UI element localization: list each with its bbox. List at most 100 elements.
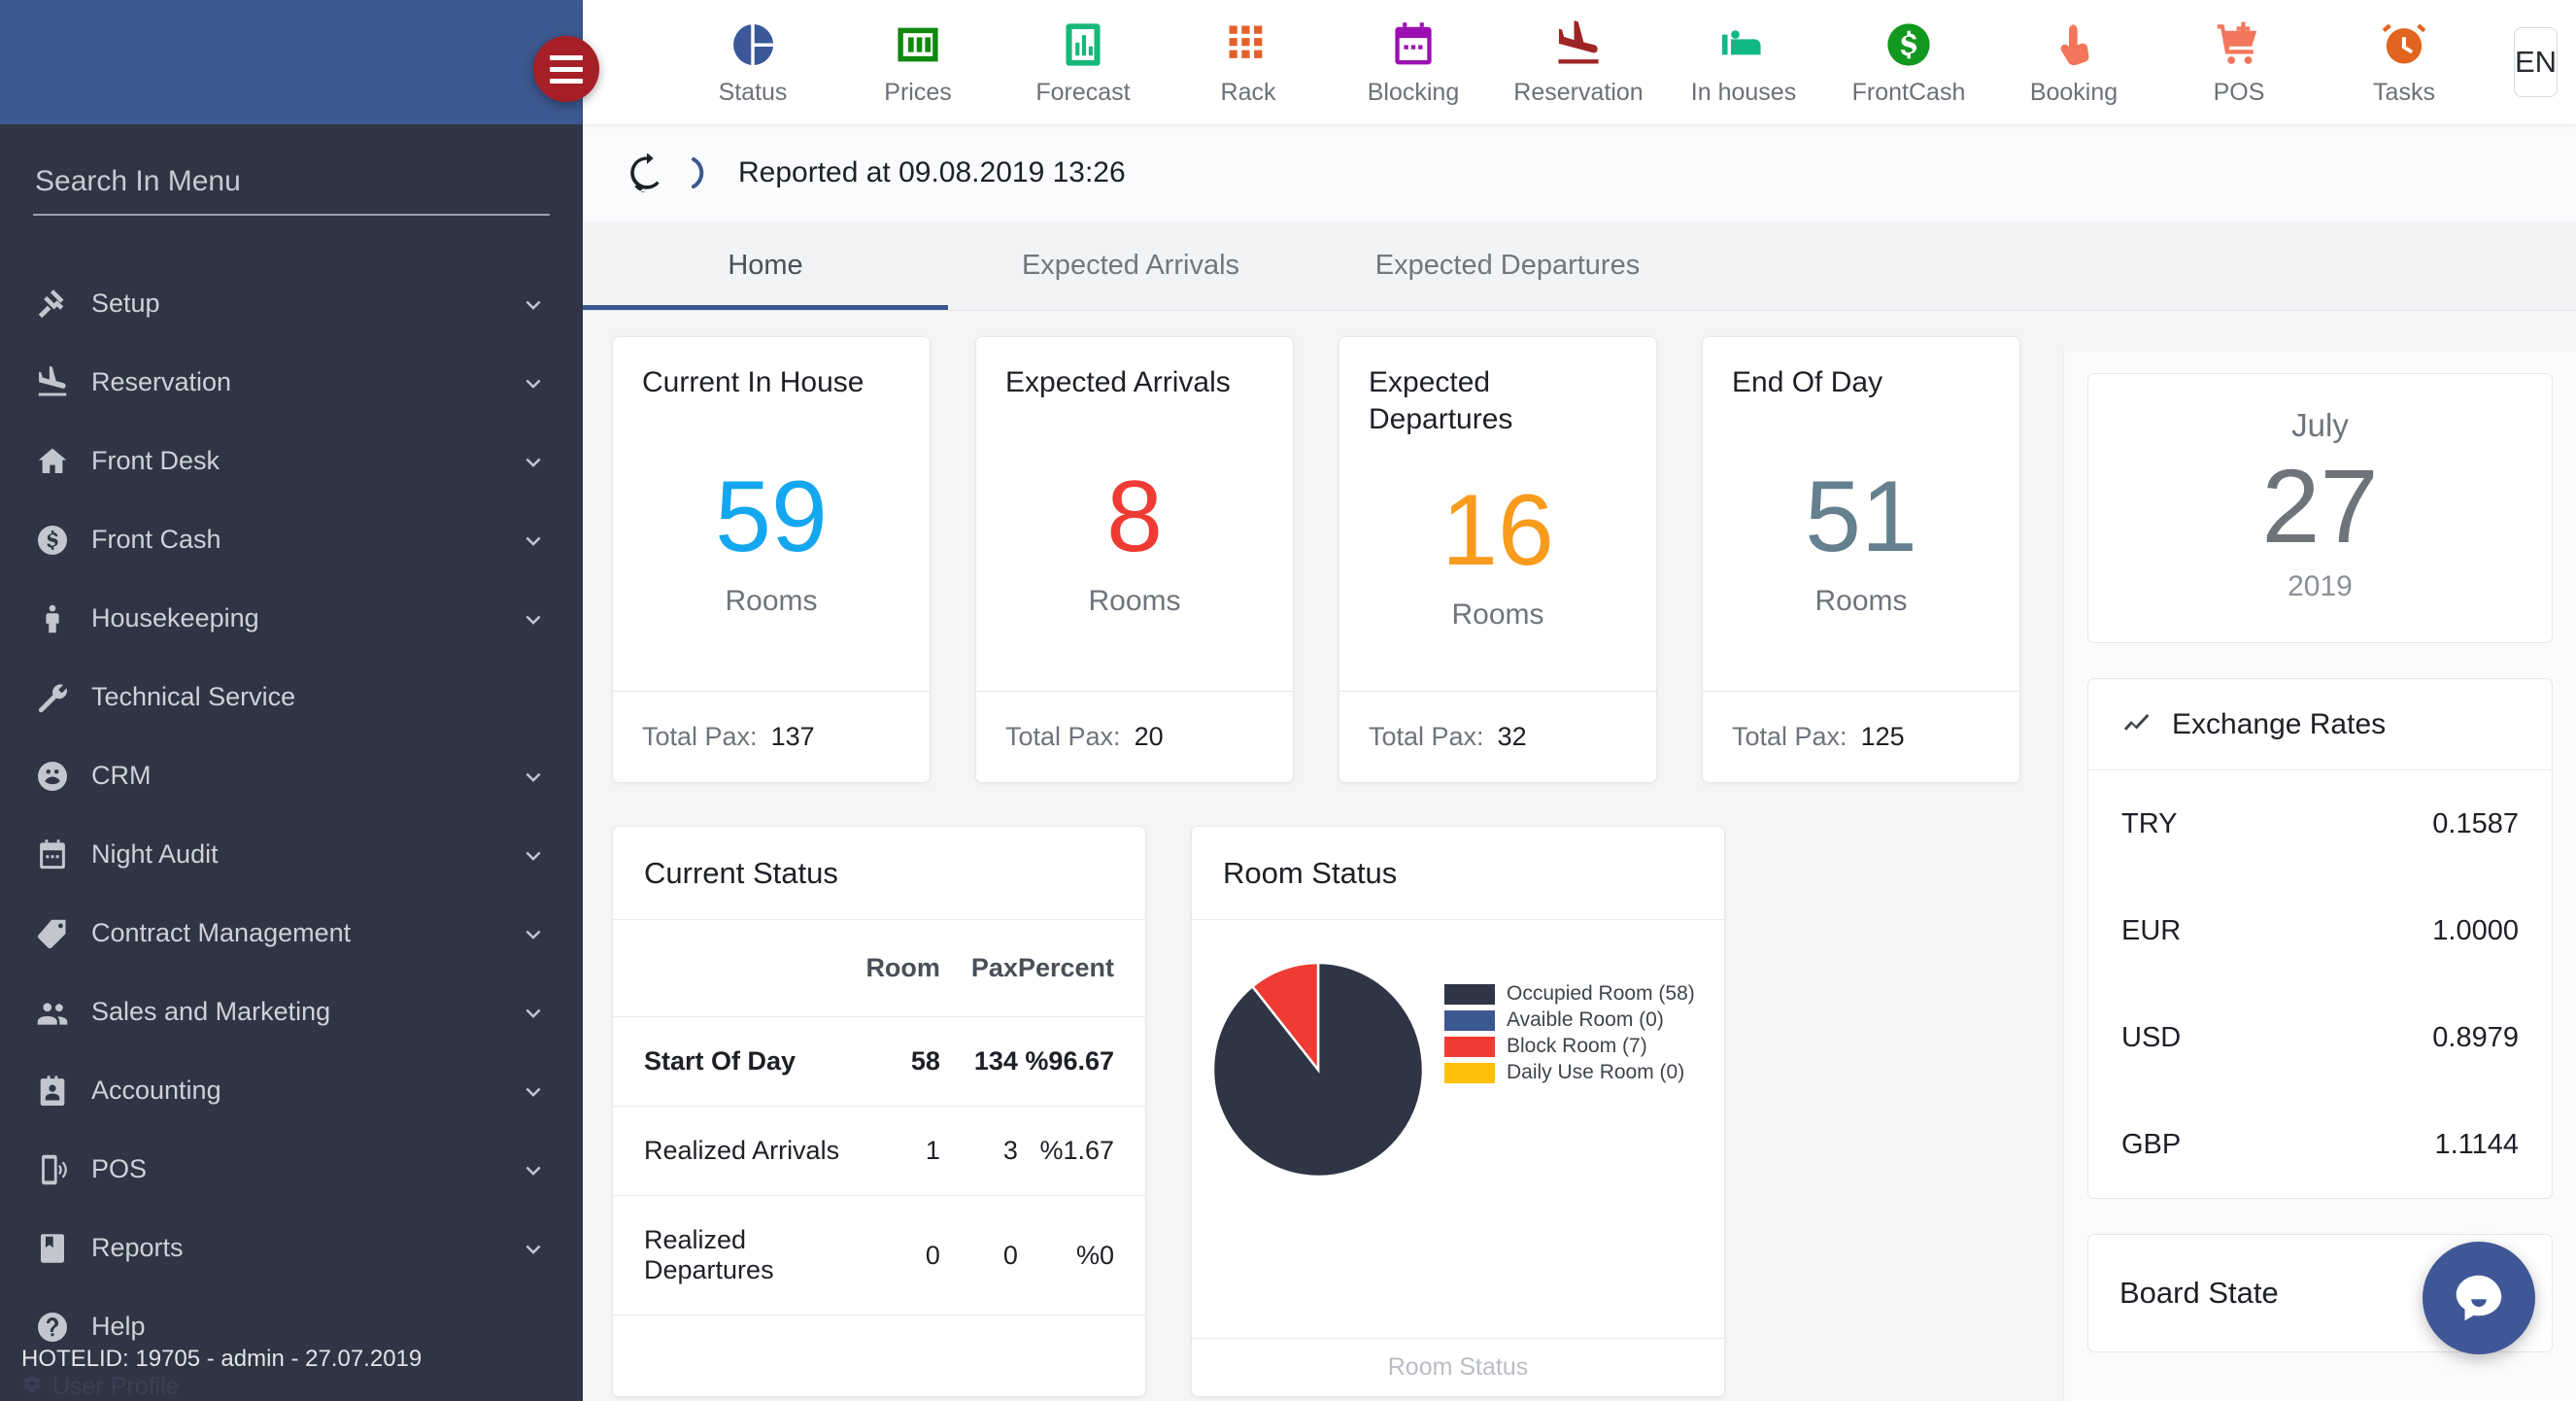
tab-expected-departures[interactable]: Expected Departures xyxy=(1313,221,1702,310)
hamburger-bar xyxy=(550,66,583,72)
sidebar-item-label: Sales and Marketing xyxy=(91,997,331,1026)
sidebar-item-housekeeping[interactable]: Housekeeping xyxy=(0,579,583,658)
legend-item[interactable]: Occupied Room (58) xyxy=(1444,982,1695,1006)
sidebar-item-crm[interactable]: CRM xyxy=(0,736,583,815)
flight-land-icon xyxy=(31,363,74,402)
currency-code: GBP xyxy=(2121,1128,2182,1160)
sidebar-item-night-audit[interactable]: Night Audit xyxy=(0,815,583,894)
legend-item[interactable]: Block Room (7) xyxy=(1444,1035,1695,1058)
table-body: Start Of Day 58 134 %96.67 Realized Arrivals… xyxy=(613,1016,1145,1316)
refresh-icon[interactable] xyxy=(627,154,666,192)
currency-code: USD xyxy=(2121,1021,2182,1053)
nav-item-booking[interactable]: Booking xyxy=(1991,0,2156,124)
nav-item-status[interactable]: Status xyxy=(670,0,835,124)
column-header xyxy=(613,920,851,1017)
tab-label: Expected Departures xyxy=(1374,249,1641,281)
hamburger-bar xyxy=(550,54,583,60)
legend-item[interactable]: Daily Use Room (0) xyxy=(1444,1061,1695,1084)
dollar-circle-icon xyxy=(31,521,74,560)
sidebar-item-setup[interactable]: Setup xyxy=(0,264,583,343)
currency-code: TRY xyxy=(2121,807,2178,839)
legend-label: Avaible Room (0) xyxy=(1507,1008,1664,1031)
nav-item-reservation[interactable]: Reservation xyxy=(1496,0,1661,124)
kpi-unit: Rooms xyxy=(725,585,818,617)
kpi-footer: Total Pax: 20 xyxy=(976,691,1293,782)
nav-item-in-houses[interactable]: In houses xyxy=(1661,0,1826,124)
kpi-body: 16 Rooms xyxy=(1339,438,1656,691)
date-card: July 27 2019 xyxy=(2087,373,2553,643)
kpi-footer-label: Total Pax: xyxy=(1005,722,1121,751)
sidebar-item-front-desk[interactable]: Front Desk xyxy=(0,422,583,500)
sidebar-item-user-profile[interactable]: User Profile xyxy=(21,1376,583,1397)
chevron-down-icon[interactable] xyxy=(519,919,548,948)
sidebar-item-technical-service[interactable]: Technical Service xyxy=(0,658,583,736)
sidebar-item-sales-and-marketing[interactable]: Sales and Marketing xyxy=(0,973,583,1051)
chevron-down-icon[interactable] xyxy=(519,998,548,1027)
kpi-footer-label: Total Pax: xyxy=(642,722,758,751)
sidebar-item-label: Technical Service xyxy=(91,682,296,711)
kpi-card-current-in-house: Current In House 59 Rooms Total Pax: 137 xyxy=(612,336,931,783)
sidebar-item-pos[interactable]: POS xyxy=(0,1130,583,1209)
chat-bubble-icon[interactable] xyxy=(2423,1242,2535,1354)
sidebar-item-label: Accounting xyxy=(91,1076,221,1105)
nav-item-pos[interactable]: POS xyxy=(2156,0,2322,124)
sidebar-item-label: Setup xyxy=(91,289,160,318)
tab-bar: Home Expected Arrivals Expected Departures xyxy=(583,222,2576,311)
language-selector[interactable]: EN xyxy=(2514,27,2559,97)
tab-home[interactable]: Home xyxy=(583,221,948,310)
wrench-icon xyxy=(31,678,74,717)
chevron-down-icon[interactable] xyxy=(519,604,548,633)
tab-expected-arrivals[interactable]: Expected Arrivals xyxy=(948,221,1313,310)
chevron-down-icon[interactable] xyxy=(519,1076,548,1106)
kpi-title: Expected Arrivals xyxy=(1005,366,1231,398)
search-input[interactable] xyxy=(33,159,550,216)
hamburger-menu-button[interactable] xyxy=(533,36,599,102)
room-status-title: Room Status xyxy=(1192,827,1724,920)
language-label: EN xyxy=(2515,45,2558,79)
nav-item-label: Blocking xyxy=(1367,79,1460,106)
nav-item-label: Prices xyxy=(884,79,952,106)
kpi-title: End Of Day xyxy=(1732,366,1883,398)
exchange-rate-list: TRY 0.1587 EUR 1.0000 USD 0.8979 GBP 1.1144 xyxy=(2088,770,2552,1198)
pie-chart xyxy=(1211,961,1425,1181)
chevron-down-icon[interactable] xyxy=(519,447,548,476)
chevron-down-icon[interactable] xyxy=(519,290,548,319)
cell-pax: 134 xyxy=(939,1016,1018,1107)
sidebar-item-reports[interactable]: Reports xyxy=(0,1209,583,1287)
kpi-title: Current In House xyxy=(642,366,864,398)
nav-item-blocking[interactable]: Blocking xyxy=(1331,0,1496,124)
kpi-value: 51 xyxy=(1805,461,1917,573)
kpi-value: 59 xyxy=(715,461,828,573)
chevron-down-icon[interactable] xyxy=(519,762,548,791)
people-icon xyxy=(31,993,74,1032)
nav-item-label: Booking xyxy=(2029,79,2118,106)
legend-item[interactable]: Avaible Room (0) xyxy=(1444,1008,1695,1032)
sidebar-item-label: CRM xyxy=(91,761,152,790)
chevron-down-icon[interactable] xyxy=(519,1234,548,1263)
cell-percent: %0 xyxy=(1017,1195,1145,1316)
nav-item-label: In houses xyxy=(1690,79,1797,106)
sidebar-item-contract-management[interactable]: Contract Management xyxy=(0,894,583,973)
nav-item-prices[interactable]: Prices xyxy=(835,0,1000,124)
nav-item-forecast[interactable]: Forecast xyxy=(1000,0,1166,124)
tab-label: Home xyxy=(728,249,803,281)
calendar-icon xyxy=(1388,17,1439,72)
chevron-down-icon[interactable] xyxy=(519,840,548,870)
exchange-rate-row: USD 0.8979 xyxy=(2088,984,2552,1091)
currency-value: 1.1144 xyxy=(2434,1128,2519,1160)
nav-item-rack[interactable]: Rack xyxy=(1166,0,1331,124)
chevron-down-icon[interactable] xyxy=(519,1155,548,1184)
flight-land-icon xyxy=(1553,17,1604,72)
sidebar-footer: HOTELID: 19705 - admin - 27.07.2019 User… xyxy=(0,1343,583,1401)
current-status-table: Room Pax Percent Start Of Day 58 134 %96.67 Re… xyxy=(613,920,1145,1316)
sidebar-item-accounting[interactable]: Accounting xyxy=(0,1051,583,1130)
sidebar-item-label: Housekeeping xyxy=(91,603,259,632)
chevron-down-icon[interactable] xyxy=(519,368,548,397)
sidebar-item-front-cash[interactable]: Front Cash xyxy=(0,500,583,579)
cart-plus-icon xyxy=(2214,17,2264,72)
nav-item-frontcash[interactable]: FrontCash xyxy=(1826,0,1991,124)
chevron-down-icon[interactable] xyxy=(519,526,548,555)
sidebar-item-reservation[interactable]: Reservation xyxy=(0,343,583,422)
nav-item-tasks[interactable]: Tasks xyxy=(2322,0,2487,124)
